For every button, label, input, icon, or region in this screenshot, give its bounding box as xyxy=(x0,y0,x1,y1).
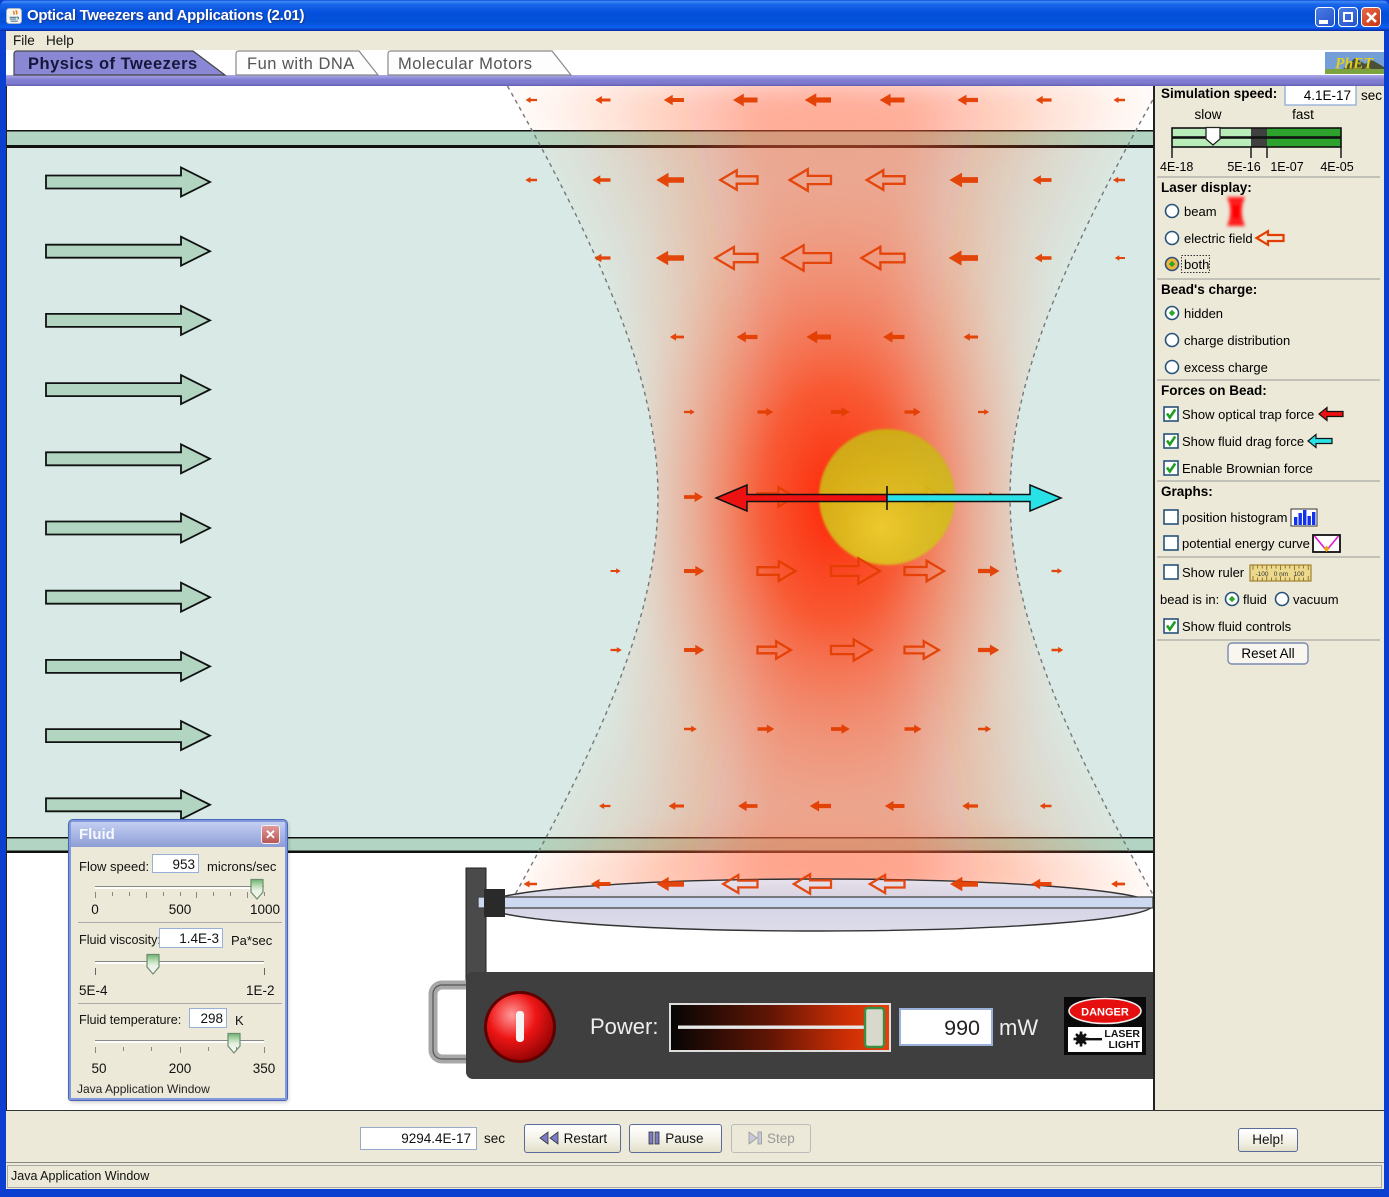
svg-text:vacuum: vacuum xyxy=(1293,592,1339,607)
svg-text:Simulation speed:: Simulation speed: xyxy=(1161,86,1277,101)
svg-text:slow: slow xyxy=(1194,107,1221,122)
svg-text:mW: mW xyxy=(999,1015,1038,1040)
svg-text:PhET: PhET xyxy=(1335,56,1373,73)
svg-text:Graphs:: Graphs: xyxy=(1161,484,1213,499)
svg-text:DANGER: DANGER xyxy=(1081,1007,1129,1019)
svg-text:990: 990 xyxy=(944,1016,980,1040)
svg-text:fast: fast xyxy=(1292,107,1314,122)
svg-text:4.1E-17: 4.1E-17 xyxy=(1304,88,1351,103)
svg-text:charge distribution: charge distribution xyxy=(1184,333,1290,348)
svg-text:Fun with DNA: Fun with DNA xyxy=(247,55,355,73)
svg-text:4E-18: 4E-18 xyxy=(1160,160,1193,174)
svg-text:Laser display:: Laser display: xyxy=(1161,180,1252,195)
svg-text:5E-16: 5E-16 xyxy=(1227,160,1260,174)
svg-text:Reset All: Reset All xyxy=(1241,646,1294,661)
svg-text:Bead's charge:: Bead's charge: xyxy=(1161,282,1257,297)
svg-text:LIGHT: LIGHT xyxy=(1109,1039,1141,1051)
svg-text:100: 100 xyxy=(1294,571,1305,578)
svg-text:excess charge: excess charge xyxy=(1184,360,1268,375)
svg-text:Forces on Bead:: Forces on Bead: xyxy=(1161,383,1267,398)
svg-text:Molecular Motors: Molecular Motors xyxy=(398,55,533,73)
svg-text:4E-05: 4E-05 xyxy=(1320,160,1353,174)
svg-text:electric field: electric field xyxy=(1184,231,1253,246)
svg-text:hidden: hidden xyxy=(1184,306,1223,321)
svg-text:Show fluid controls: Show fluid controls xyxy=(1182,619,1292,634)
svg-text:sec: sec xyxy=(1361,88,1382,103)
svg-text:fluid: fluid xyxy=(1243,592,1267,607)
svg-text:1E-07: 1E-07 xyxy=(1270,160,1303,174)
svg-text:Power:: Power: xyxy=(590,1014,658,1039)
svg-text:Show fluid drag force: Show fluid drag force xyxy=(1182,434,1304,449)
svg-text:0 nm: 0 nm xyxy=(1274,571,1288,578)
svg-text:Physics of Tweezers: Physics of Tweezers xyxy=(28,55,198,73)
svg-text:bead is in:: bead is in: xyxy=(1160,592,1219,607)
svg-text:potential energy curve: potential energy curve xyxy=(1182,536,1310,551)
svg-text:position histogram: position histogram xyxy=(1182,510,1288,525)
svg-text:Enable Brownian force: Enable Brownian force xyxy=(1182,461,1313,476)
svg-text:both: both xyxy=(1184,257,1209,272)
svg-text:Show optical trap force: Show optical trap force xyxy=(1182,407,1314,422)
svg-text:beam: beam xyxy=(1184,204,1217,219)
svg-text:Show ruler: Show ruler xyxy=(1182,565,1245,580)
svg-text:-100: -100 xyxy=(1255,571,1268,578)
